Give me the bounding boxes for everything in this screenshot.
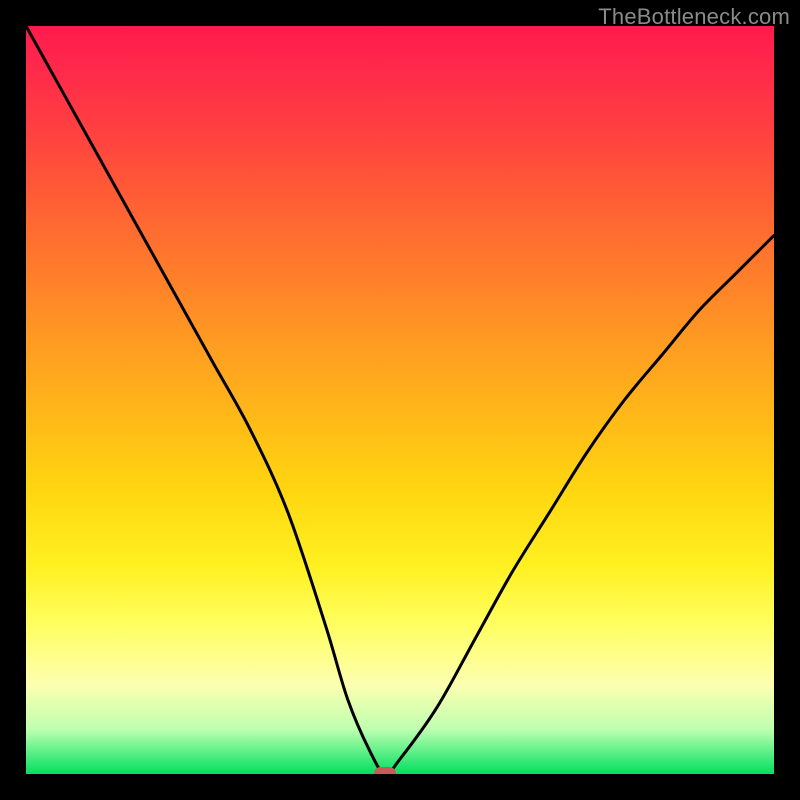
plot-area <box>26 26 774 774</box>
bottleneck-curve <box>26 26 774 774</box>
chart-frame: TheBottleneck.com <box>0 0 800 800</box>
optimal-marker <box>374 767 396 774</box>
watermark-text: TheBottleneck.com <box>598 4 790 30</box>
